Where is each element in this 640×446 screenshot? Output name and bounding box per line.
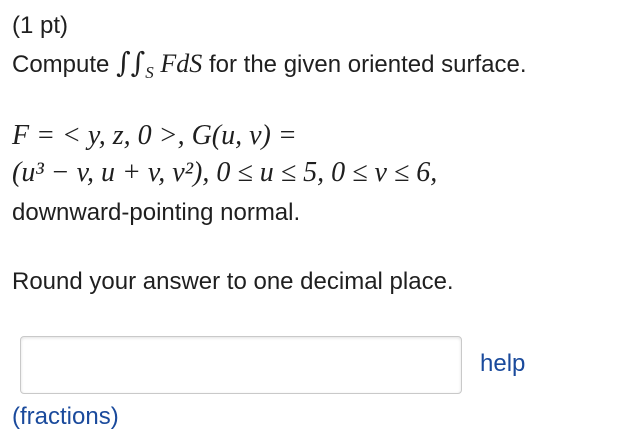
compute-prefix: Compute bbox=[12, 51, 110, 78]
orientation-text: downward-pointing normal. bbox=[12, 199, 301, 226]
rounding-instruction: Round your answer to one decimal place. bbox=[12, 268, 454, 295]
integral-subscript: S bbox=[145, 62, 154, 82]
field-definition: F = < y, z, 0 >, G(u, v) = bbox=[12, 120, 297, 152]
parametrization-text: (u³ − v, u + v, v²), 0 ≤ u ≤ 5, 0 ≤ v ≤ … bbox=[12, 157, 438, 188]
problem-statement: Compute ∫∫S FdS for the given oriented s… bbox=[12, 46, 527, 82]
fractions-link[interactable]: (fractions) bbox=[12, 403, 119, 431]
integrand: FdS bbox=[160, 49, 203, 78]
help-link[interactable]: help bbox=[480, 350, 525, 378]
field-definition-text: F = < y, z, 0 >, G(u, v) = bbox=[12, 120, 297, 151]
double-integral-sign: ∫∫ bbox=[116, 46, 146, 79]
parametrization: (u³ − v, u + v, v²), 0 ≤ u ≤ 5, 0 ≤ v ≤ … bbox=[12, 157, 437, 189]
answer-input[interactable] bbox=[20, 336, 462, 394]
point-value: (1 pt) bbox=[12, 12, 69, 39]
compute-suffix: for the given oriented surface. bbox=[208, 51, 527, 78]
